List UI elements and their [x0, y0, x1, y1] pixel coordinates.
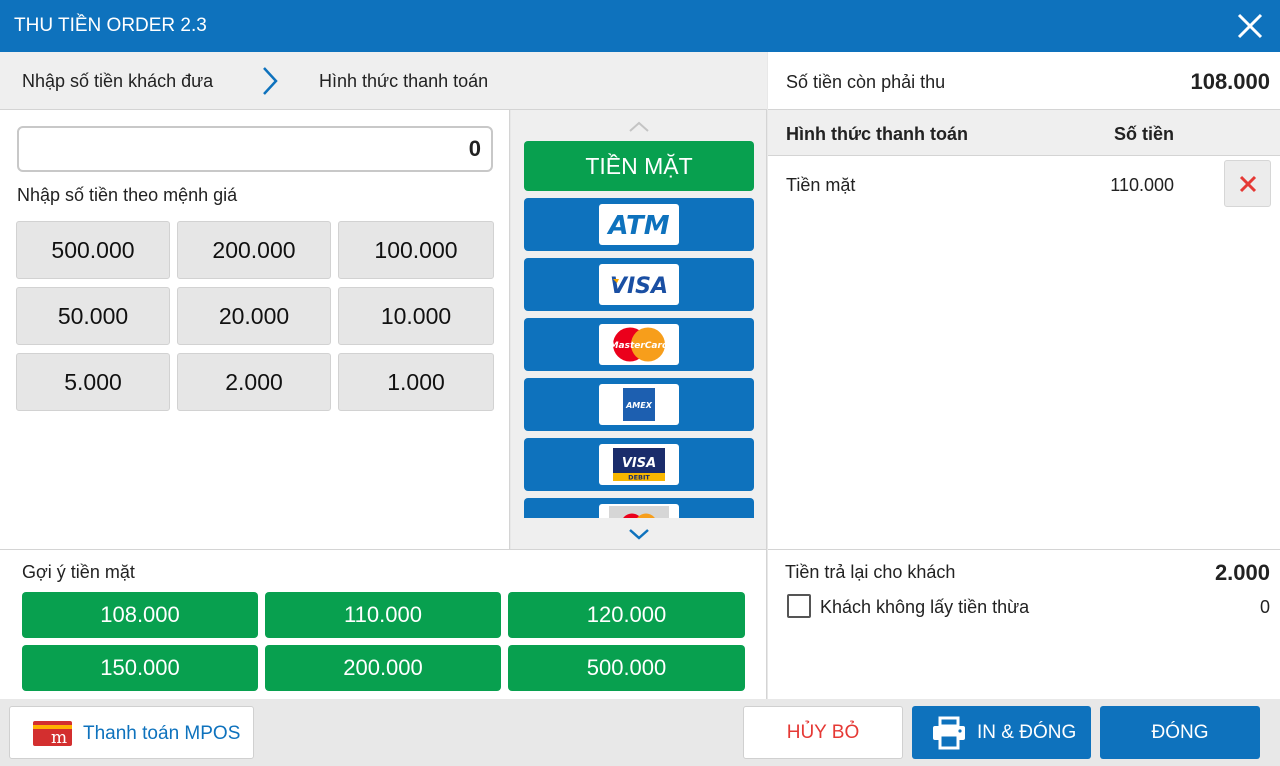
- maestro-payment-button[interactable]: [524, 498, 754, 518]
- denomination-button[interactable]: 100.000: [338, 221, 494, 279]
- svg-text:MasterCard: MasterCard: [610, 341, 669, 351]
- change-value: 2.000: [1214, 560, 1270, 585]
- no-change-checkbox[interactable]: [787, 594, 811, 618]
- close-icon: [1239, 175, 1256, 192]
- denomination-button[interactable]: 2.000: [177, 353, 331, 411]
- denomination-button[interactable]: 5.000: [16, 353, 170, 411]
- chevron-down-icon[interactable]: [627, 526, 651, 542]
- close-icon[interactable]: [1236, 12, 1264, 40]
- denomination-button[interactable]: 20.000: [177, 287, 331, 345]
- remaining-label: Số tiền còn phải thu: [786, 72, 946, 92]
- breadcrumb-step-payment-method[interactable]: Hình thức thanh toán: [319, 71, 488, 92]
- cash-suggestion-button[interactable]: 150.000: [22, 645, 258, 691]
- cash-suggestion-label: Gợi ý tiền mặt: [22, 562, 135, 582]
- denomination-button[interactable]: 1.000: [338, 353, 494, 411]
- atm-payment-button[interactable]: ATM: [524, 198, 754, 251]
- visa-payment-button[interactable]: VISA: [524, 258, 754, 311]
- svg-text:VISA: VISA: [610, 274, 668, 299]
- footer-bar: m Thanh toán MPOS HỦY BỎ IN & ĐÓNG ĐÓNG: [0, 699, 1280, 766]
- mpos-label: Thanh toán MPOS: [83, 723, 241, 744]
- visa-debit-logo-icon: VISA DEBIT: [599, 444, 679, 485]
- maestro-logo-icon: [599, 504, 679, 518]
- denomination-button[interactable]: 50.000: [16, 287, 170, 345]
- visa-debit-payment-button[interactable]: VISA DEBIT: [524, 438, 754, 491]
- cash-suggestion-button[interactable]: 120.000: [508, 592, 745, 638]
- amex-payment-button[interactable]: AMEX: [524, 378, 754, 431]
- delete-row-button[interactable]: [1224, 160, 1271, 207]
- svg-text:AMEX: AMEX: [625, 401, 653, 410]
- svg-text:m: m: [51, 728, 67, 746]
- mpos-payment-button[interactable]: m Thanh toán MPOS: [9, 706, 254, 759]
- cash-suggestion-button[interactable]: 500.000: [508, 645, 745, 691]
- header-method: Hình thức thanh toán: [786, 124, 969, 144]
- visa-logo-icon: VISA: [599, 264, 679, 305]
- row-method: Tiền mặt: [786, 175, 856, 195]
- print-and-close-label: IN & ĐÓNG: [977, 722, 1077, 743]
- no-change-label[interactable]: Khách không lấy tiền thừa: [820, 597, 1029, 618]
- cash-suggestion-button[interactable]: 108.000: [22, 592, 258, 638]
- breadcrumb-step-amount[interactable]: Nhập số tiền khách đưa: [22, 71, 213, 92]
- cash-suggestion-button[interactable]: 200.000: [265, 645, 501, 691]
- payment-method-list: TIỀN MẶT ATM VISA MasterCard AMEX VISA D…: [524, 141, 754, 518]
- svg-text:ATM: ATM: [606, 211, 669, 241]
- cancel-button[interactable]: HỦY BỎ: [743, 706, 903, 759]
- cash-suggestion-grid: 108.000 110.000 120.000 150.000 200.000 …: [22, 592, 745, 691]
- chevron-up-icon[interactable]: [627, 118, 651, 134]
- no-change-value: 0: [1259, 597, 1270, 617]
- remaining-amount-bar: Số tiền còn phải thu 108.000: [768, 52, 1280, 110]
- amount-panel: Nhập số tiền theo mệnh giá 500.000 200.0…: [0, 110, 510, 549]
- mastercard-logo-icon: MasterCard: [599, 324, 679, 365]
- chevron-right-icon: [263, 67, 278, 95]
- change-panel: Tiền trả lại cho khách 2.000 Khách không…: [768, 549, 1280, 699]
- denomination-button[interactable]: 10.000: [338, 287, 494, 345]
- svg-text:DEBIT: DEBIT: [628, 474, 650, 482]
- mastercard-payment-button[interactable]: MasterCard: [524, 318, 754, 371]
- printer-icon: [933, 716, 965, 750]
- breadcrumb: Nhập số tiền khách đưa Hình thức thanh t…: [0, 52, 767, 110]
- row-amount: 110.000: [1110, 175, 1174, 195]
- denomination-button[interactable]: 500.000: [16, 221, 170, 279]
- close-button[interactable]: ĐÓNG: [1100, 706, 1260, 759]
- cash-payment-button[interactable]: TIỀN MẶT: [524, 141, 754, 191]
- header-amount: Số tiền: [1114, 124, 1175, 144]
- cash-suggestion-button[interactable]: 110.000: [265, 592, 501, 638]
- cash-suggestion-panel: Gợi ý tiền mặt 108.000 110.000 120.000 1…: [0, 549, 767, 699]
- payment-table-header: Hình thức thanh toán Số tiền: [768, 110, 1280, 156]
- payment-table: Hình thức thanh toán Số tiền Tiền mặt 11…: [768, 110, 1280, 549]
- change-label: Tiền trả lại cho khách: [785, 562, 956, 582]
- amount-input[interactable]: [17, 126, 493, 172]
- payment-method-panel: TIỀN MẶT ATM VISA MasterCard AMEX VISA D…: [511, 110, 767, 549]
- svg-text:VISA: VISA: [622, 456, 656, 471]
- mpos-icon: m: [33, 721, 72, 746]
- denomination-label: Nhập số tiền theo mệnh giá: [17, 185, 238, 205]
- print-and-close-button[interactable]: IN & ĐÓNG: [912, 706, 1091, 759]
- denomination-button[interactable]: 200.000: [177, 221, 331, 279]
- remaining-value: 108.000: [1190, 69, 1270, 94]
- denomination-grid: 500.000 200.000 100.000 50.000 20.000 10…: [16, 221, 494, 411]
- title-bar: THU TIỀN ORDER 2.3: [0, 0, 1280, 52]
- window-title: THU TIỀN ORDER 2.3: [14, 15, 207, 36]
- atm-logo-icon: ATM: [599, 204, 679, 245]
- amex-logo-icon: AMEX: [599, 384, 679, 425]
